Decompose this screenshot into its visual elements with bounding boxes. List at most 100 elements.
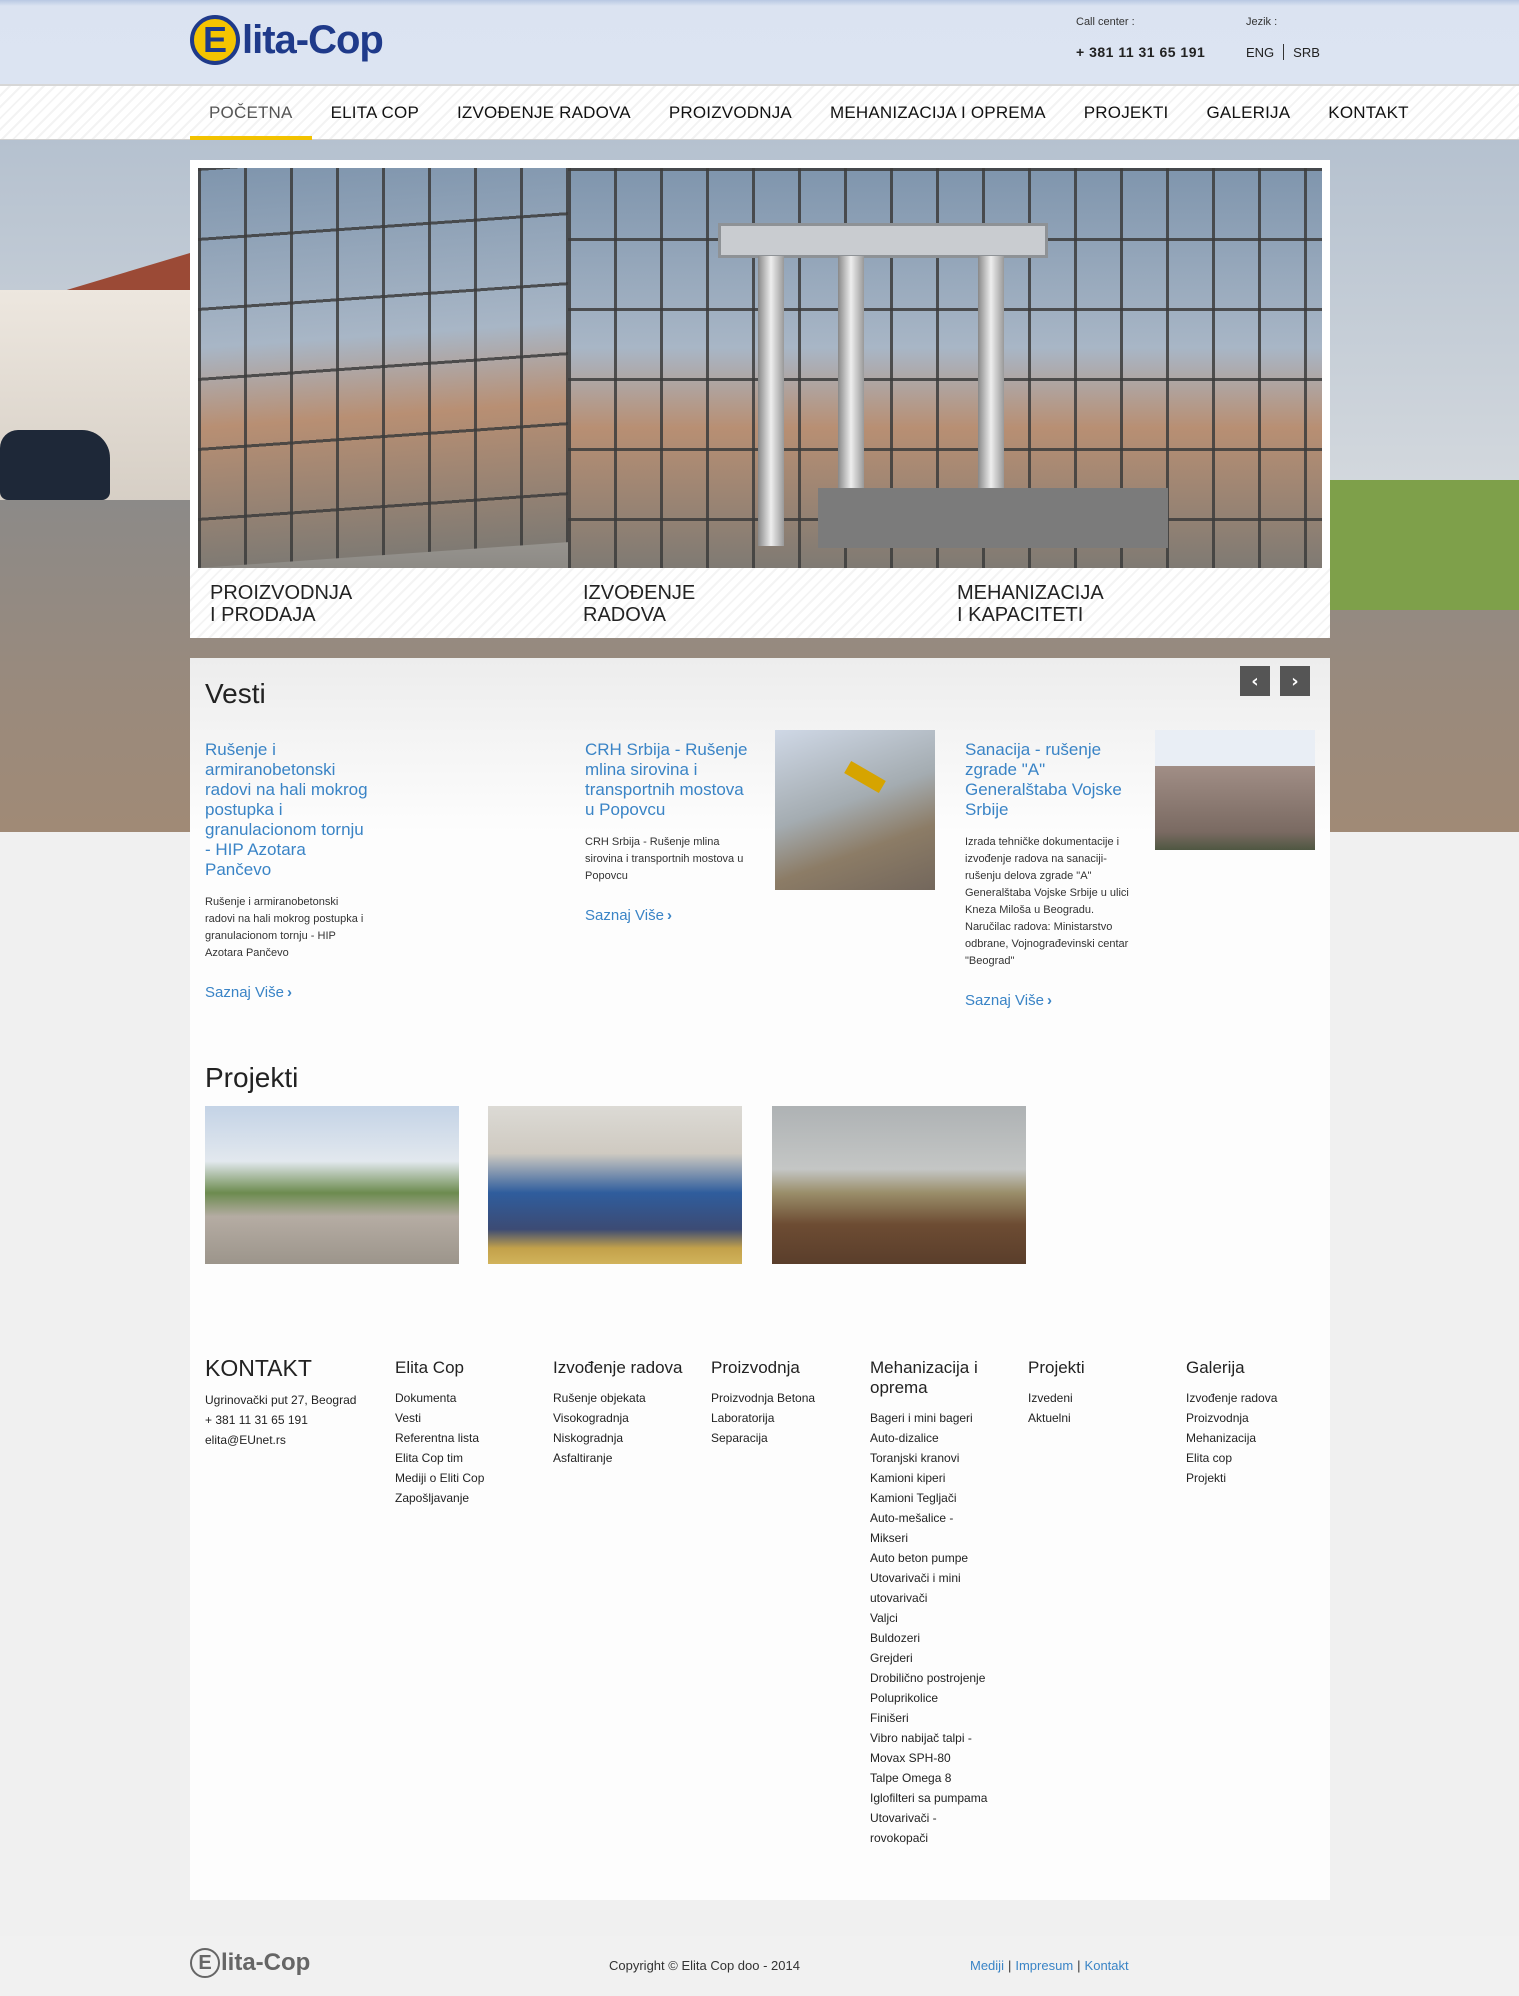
footer-link[interactable]: Elita cop — [1186, 1448, 1326, 1468]
footer-link[interactable]: Mediji o Eliti Cop — [395, 1468, 540, 1488]
footer-column-heading: Izvođenje radova — [553, 1358, 683, 1377]
slider-caption-proizvodnja[interactable]: PROIZVODNJA I PRODAJA — [210, 582, 352, 626]
footer-link[interactable]: Proizvodnja — [1186, 1408, 1326, 1428]
slider-captions: PROIZVODNJA I PRODAJA IZVOĐENJE RADOVA M… — [190, 568, 1330, 638]
slider-caption-izvodjenje[interactable]: IZVOĐENJE RADOVA — [583, 582, 695, 626]
footer-link[interactable]: Valjci — [870, 1608, 990, 1628]
chevron-right-icon: › — [1046, 992, 1052, 1009]
site-logo[interactable]: E lita-Cop — [190, 12, 384, 68]
footer-link[interactable]: Toranjski kranovi — [870, 1448, 990, 1468]
footer-link[interactable]: Iglofilteri sa pumpama — [870, 1788, 990, 1808]
footer-column-izvodjenje: Izvođenje radova Rušenje objekata Visoko… — [553, 1358, 698, 1468]
footer-logo[interactable]: E lita-Cop — [190, 1948, 310, 1978]
footer-link[interactable]: Izvođenje radova — [1186, 1388, 1326, 1408]
footer-column-galerija: Galerija Izvođenje radova Proizvodnja Me… — [1186, 1358, 1326, 1488]
footer-link[interactable]: Vesti — [395, 1408, 540, 1428]
footer-link[interactable]: Projekti — [1186, 1468, 1326, 1488]
project-image[interactable] — [205, 1106, 459, 1264]
nav-item-kontakt[interactable]: KONTAKT — [1309, 86, 1427, 140]
nav-item-projekti[interactable]: PROJEKTI — [1065, 86, 1188, 140]
news-image-demolition[interactable] — [775, 730, 935, 890]
bottom-link-mediji[interactable]: Mediji — [970, 1958, 1004, 1973]
news-item: Rušenje i armiranobetonski radovi na hal… — [205, 740, 370, 1002]
read-more-link[interactable]: Saznaj Više › — [205, 984, 292, 1001]
hero-slider: PROIZVODNJA I PRODAJA IZVOĐENJE RADOVA M… — [190, 160, 1330, 638]
footer-link[interactable]: Vibro nabijač talpi - Movax SPH-80 — [870, 1728, 990, 1768]
main-content: Vesti ‹ › Rušenje i armiranobetonski rad… — [190, 658, 1330, 1320]
footer-column-projekti: Projekti Izvedeni Aktuelni — [1028, 1358, 1173, 1428]
read-more-link[interactable]: Saznaj Više › — [585, 907, 672, 924]
footer-link[interactable]: Grejderi — [870, 1648, 990, 1668]
news-text: CRH Srbija - Rušenje mlina sirovina i tr… — [585, 836, 744, 882]
footer-link[interactable]: Buldozeri — [870, 1628, 990, 1648]
news-next-button[interactable]: › — [1280, 666, 1310, 696]
news-text: Izrada tehničke dokumentacije i izvođenj… — [965, 836, 1129, 967]
footer-link[interactable]: Dokumenta — [395, 1388, 540, 1408]
nav-item-mehanizacija[interactable]: MEHANIZACIJA I OPREMA — [811, 86, 1065, 140]
bottom-link-impresum[interactable]: Impresum — [1015, 1958, 1073, 1973]
footer-link[interactable]: Utovarivači i mini utovarivači — [870, 1568, 990, 1608]
language-switcher: Jezik : ENG SRB — [1246, 16, 1320, 60]
logo-e-icon: E — [190, 15, 240, 65]
bottom-link-kontakt[interactable]: Kontakt — [1085, 1958, 1129, 1973]
footer-link[interactable]: Poluprikolice — [870, 1688, 990, 1708]
copyright-text: Copyright © Elita Cop doo - 2014 — [609, 1958, 800, 1973]
footer-link[interactable]: Elita Cop tim — [395, 1448, 540, 1468]
news-title[interactable]: Sanacija - rušenje zgrade "A" Generalšta… — [965, 740, 1122, 819]
footer-email-link[interactable]: elita@EUnet.rs — [205, 1433, 286, 1447]
footer-column-mehanizacija: Mehanizacija i oprema Bageri i mini bage… — [870, 1358, 990, 1848]
slider-caption-mehanizacija[interactable]: MEHANIZACIJA I KAPACITETI — [957, 582, 1104, 626]
footer-column-proizvodnja: Proizvodnja Proizvodnja Betona Laborator… — [711, 1358, 856, 1448]
footer-link[interactable]: Auto-mešalice - Mikseri — [870, 1508, 990, 1548]
footer-link[interactable]: Auto-dizalice — [870, 1428, 990, 1448]
nav-item-proizvodnja[interactable]: PROIZVODNJA — [650, 86, 811, 140]
nav-item-pocetna[interactable]: POČETNA — [190, 86, 312, 140]
call-center-phone: + 381 11 31 65 191 — [1076, 44, 1206, 60]
nav-item-galerija[interactable]: GALERIJA — [1187, 86, 1309, 140]
footer-link[interactable]: Separacija — [711, 1428, 856, 1448]
news-text: Rušenje i armiranobetonski radovi na hal… — [205, 896, 364, 959]
project-image[interactable] — [488, 1106, 742, 1264]
footer-link[interactable]: Rušenje objekata — [553, 1388, 698, 1408]
footer-link[interactable]: Aktuelni — [1028, 1408, 1173, 1428]
footer-link[interactable]: Proizvodnja Betona — [711, 1388, 856, 1408]
footer-link[interactable]: Bageri i mini bageri — [870, 1408, 990, 1428]
footer-link[interactable]: Laboratorija — [711, 1408, 856, 1428]
project-image[interactable] — [772, 1106, 1026, 1264]
bottom-bar: E lita-Cop Copyright © Elita Cop doo - 2… — [0, 1936, 1519, 1996]
news-item: Sanacija - rušenje zgrade "A" Generalšta… — [965, 740, 1130, 1010]
news-image-building[interactable] — [1155, 730, 1315, 850]
footer-link[interactable]: Kamioni Tegljači — [870, 1488, 990, 1508]
logo-e-icon: E — [190, 1948, 220, 1978]
footer-link[interactable]: Visokogradnja — [553, 1408, 698, 1428]
footer-logo-text: lita-Cop — [221, 1949, 311, 1976]
footer-link[interactable]: Auto beton pumpe — [870, 1548, 990, 1568]
news-title[interactable]: CRH Srbija - Rušenje mlina sirovina i tr… — [585, 740, 748, 819]
read-more-link[interactable]: Saznaj Više › — [965, 992, 1052, 1009]
footer-column-heading: Projekti — [1028, 1358, 1085, 1377]
footer-link[interactable]: Utovarivači - rovokopači — [870, 1808, 990, 1848]
footer-link[interactable]: Referentna lista — [395, 1428, 540, 1448]
main-nav: POČETNA ELITA COP IZVOĐENJE RADOVA PROIZ… — [0, 84, 1519, 140]
top-header: E lita-Cop Call center : + 381 11 31 65 … — [0, 0, 1519, 84]
footer-link[interactable]: Mehanizacija — [1186, 1428, 1326, 1448]
footer-column-elita-cop: Elita Cop Dokumenta Vesti Referentna lis… — [395, 1358, 540, 1508]
projects-heading: Projekti — [205, 1062, 299, 1093]
footer-link[interactable]: Zapošljavanje — [395, 1488, 540, 1508]
nav-item-izvodjenje-radova[interactable]: IZVOĐENJE RADOVA — [438, 86, 650, 140]
news-title[interactable]: Rušenje i armiranobetonski radovi na hal… — [205, 740, 368, 879]
footer-link[interactable]: Asfaltiranje — [553, 1448, 698, 1468]
lang-srb-link[interactable]: SRB — [1293, 45, 1320, 60]
lang-eng-link[interactable]: ENG — [1246, 45, 1274, 60]
footer-link[interactable]: Talpe Omega 8 — [870, 1768, 990, 1788]
chevron-left-icon: ‹ — [1251, 670, 1259, 692]
footer-contact-heading: KONTAKT — [205, 1355, 312, 1381]
news-prev-button[interactable]: ‹ — [1240, 666, 1270, 696]
footer-link[interactable]: Kamioni kiperi — [870, 1468, 990, 1488]
footer-column-heading: Proizvodnja — [711, 1358, 800, 1377]
footer-link[interactable]: Drobilično postrojenje — [870, 1668, 990, 1688]
footer-link[interactable]: Izvedeni — [1028, 1388, 1173, 1408]
footer-link[interactable]: Finišeri — [870, 1708, 990, 1728]
footer-link[interactable]: Niskogradnja — [553, 1428, 698, 1448]
nav-item-elita-cop[interactable]: ELITA COP — [312, 86, 438, 140]
